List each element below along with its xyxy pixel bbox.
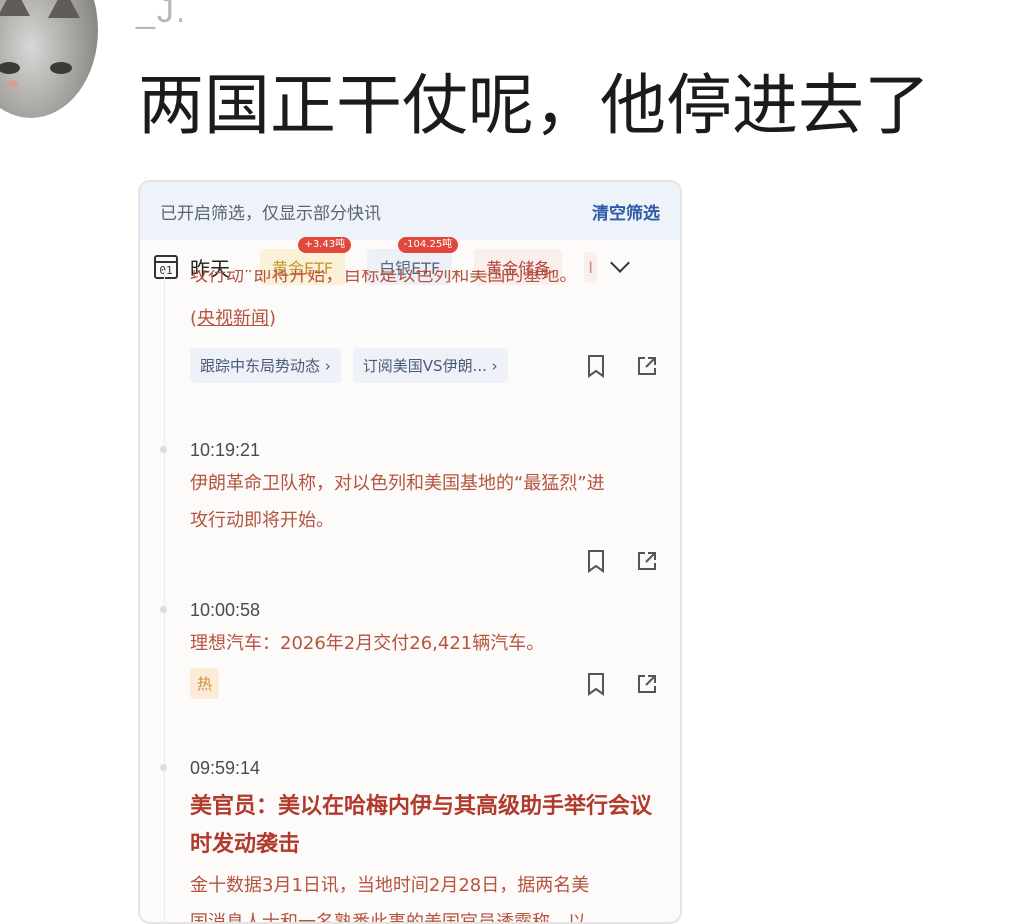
clear-filter-button[interactable]: 清空筛选 [592, 199, 660, 224]
timeline-dot [160, 606, 167, 613]
post-text: 两国正干仗呢，他停进去了 [138, 67, 930, 144]
news-time: 10:19:21 [190, 440, 261, 460]
news-time: 09:59:14 [190, 758, 261, 778]
username[interactable]: _J. [136, 0, 187, 31]
share-icon[interactable] [636, 550, 658, 572]
share-icon[interactable] [636, 673, 658, 695]
cat-nose [8, 80, 18, 87]
tag-follow[interactable]: 跟踪中东局势动态 › [190, 348, 341, 383]
news-feed: 攻行动”即将开始，目标是以色列和美国的基地。 (央视新闻) 跟踪中东局势动态 ›… [140, 270, 680, 924]
news-source: (央视新闻) [190, 308, 277, 329]
tag-label: 跟踪中东局势动态 [200, 357, 321, 375]
truncated-text: 攻行动”即将开始，目标是以色列和美国的基地。 [190, 270, 578, 286]
news-text-line: 金十数据3月1日讯，当地时间2月28日，据两名美 [190, 875, 590, 896]
chip-badge: +3.43吨 [298, 237, 352, 253]
news-text: 理想汽车：2026年2月交付26,421辆汽车。 [190, 633, 545, 654]
cat-eye-left [0, 62, 20, 74]
news-item: 10:19:21 伊朗革命卫队称，对以色列和美国基地的“最猛烈”进 攻行动即将开… [160, 440, 658, 600]
news-item: 攻行动”即将开始，目标是以色列和美国的基地。 (央视新闻) 跟踪中东局势动态 ›… [190, 270, 658, 410]
tag-label: 订阅美国VS伊朗... [362, 357, 487, 375]
timeline-dot [160, 446, 167, 453]
embedded-screenshot: 已开启筛选，仅显示部分快讯 清空筛选 01 昨天 黄金ETF +3.43吨 白银… [138, 180, 682, 924]
hot-badge: 热 [190, 668, 220, 699]
source-link[interactable]: 央视新闻 [197, 308, 269, 329]
item-actions [586, 549, 658, 573]
news-time: 10:00:58 [190, 600, 261, 620]
share-icon[interactable] [636, 355, 658, 377]
bookmark-icon[interactable] [586, 549, 606, 573]
tag-row: 跟踪中东局势动态 › 订阅美国VS伊朗... › [190, 348, 658, 383]
item-actions-row [190, 549, 658, 573]
news-headline-line[interactable]: 时发动袭击 [190, 825, 658, 863]
item-actions [586, 672, 658, 696]
timeline-line [164, 270, 165, 922]
cat-eye-right [50, 62, 72, 74]
item-actions [586, 354, 658, 378]
news-text-line: 攻行动即将开始。 [190, 510, 334, 531]
filter-bar: 已开启筛选，仅显示部分快讯 清空筛选 [140, 182, 680, 240]
item-actions-row: 热 [190, 668, 658, 699]
cat-ear-left [0, 0, 30, 16]
bookmark-icon[interactable] [586, 672, 606, 696]
news-text-line: 国消息人士和一名熟悉此事的美国官员透露称，以 [190, 912, 586, 924]
news-item: 10:00:58 理想汽车：2026年2月交付26,421辆汽车。 热 [160, 600, 658, 754]
timeline-dot [160, 764, 167, 771]
filter-notice: 已开启筛选，仅显示部分快讯 [160, 203, 381, 224]
tag-subscribe[interactable]: 订阅美国VS伊朗... › [352, 348, 508, 383]
cat-ear-right [48, 0, 80, 18]
avatar[interactable] [0, 0, 98, 118]
news-headline-line[interactable]: 美官员：美以在哈梅内伊与其高级助手举行会议 [190, 787, 658, 825]
news-text-line: 伊朗革命卫队称，对以色列和美国基地的“最猛烈”进 [190, 473, 605, 494]
bookmark-icon[interactable] [586, 354, 606, 378]
chip-badge: -104.25吨 [397, 237, 459, 253]
news-item: 09:59:14 美官员：美以在哈梅内伊与其高级助手举行会议 时发动袭击 金十数… [160, 758, 658, 924]
